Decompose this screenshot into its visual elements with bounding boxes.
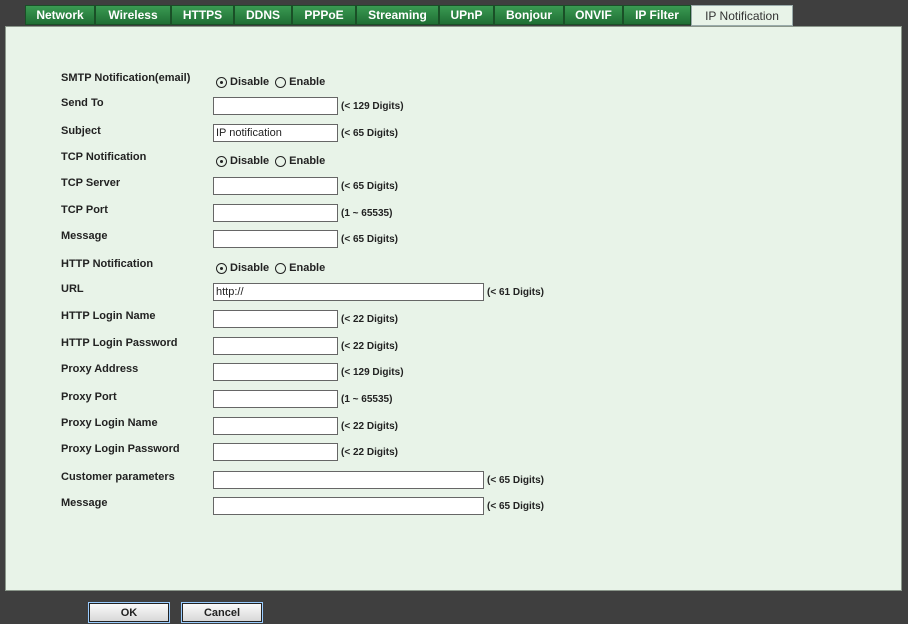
http-enable-radio[interactable] <box>275 262 287 274</box>
proxy-login-name-hint: (< 22 Digits) <box>341 421 398 432</box>
tab-onvif[interactable]: ONVIF <box>564 5 623 25</box>
smtp-notification-radio-group: Disable Enable <box>216 76 331 88</box>
tcp-message-input[interactable] <box>213 230 338 248</box>
url-input[interactable] <box>213 283 484 301</box>
smtp-notification-label: SMTP Notification(email) <box>61 72 191 84</box>
proxy-address-input[interactable] <box>213 363 338 381</box>
customer-parameters-label: Customer parameters <box>61 471 175 483</box>
url-label: URL <box>61 283 84 295</box>
http-login-password-input[interactable] <box>213 337 338 355</box>
tab-ip-notification[interactable]: IP Notification <box>691 5 793 26</box>
tab-wireless[interactable]: Wireless <box>95 5 171 25</box>
tcp-notification-radio-group: Disable Enable <box>216 155 331 167</box>
tcp-server-label: TCP Server <box>61 177 121 189</box>
http-login-name-hint: (< 22 Digits) <box>341 314 398 325</box>
tcp-disable-label[interactable]: Disable <box>230 155 269 167</box>
tcp-port-hint: (1 ~ 65535) <box>341 208 393 219</box>
subject-hint: (< 65 Digits) <box>341 128 398 139</box>
tcp-enable-radio[interactable] <box>275 155 287 167</box>
proxy-address-label: Proxy Address <box>61 363 139 375</box>
http-message-input[interactable] <box>213 497 484 515</box>
http-disable-label[interactable]: Disable <box>230 262 269 274</box>
ok-button[interactable]: OK <box>88 602 170 623</box>
tcp-disable-radio[interactable] <box>216 155 227 167</box>
tab-streaming[interactable]: Streaming <box>356 5 439 25</box>
proxy-login-password-label: Proxy Login Password <box>61 443 180 455</box>
proxy-login-password-hint: (< 22 Digits) <box>341 447 398 458</box>
tcp-message-hint: (< 65 Digits) <box>341 234 398 245</box>
send-to-input[interactable] <box>213 97 338 115</box>
tab-upnp[interactable]: UPnP <box>439 5 494 25</box>
tab-ip-filter[interactable]: IP Filter <box>623 5 691 25</box>
http-login-password-label: HTTP Login Password <box>61 337 178 349</box>
customer-parameters-hint: (< 65 Digits) <box>487 475 544 486</box>
http-notification-label: HTTP Notification <box>61 258 154 270</box>
subject-label: Subject <box>61 125 101 137</box>
smtp-enable-label[interactable]: Enable <box>289 76 325 88</box>
url-hint: (< 61 Digits) <box>487 287 544 298</box>
http-login-name-input[interactable] <box>213 310 338 328</box>
tcp-server-input[interactable] <box>213 177 338 195</box>
subject-input[interactable] <box>213 124 338 142</box>
smtp-enable-radio[interactable] <box>275 76 287 88</box>
tab-bar: Network Wireless HTTPS DDNS PPPoE Stream… <box>0 0 908 26</box>
tab-bonjour[interactable]: Bonjour <box>494 5 564 25</box>
tcp-server-hint: (< 65 Digits) <box>341 181 398 192</box>
tcp-port-label: TCP Port <box>61 204 108 216</box>
smtp-disable-radio[interactable] <box>216 76 227 88</box>
http-enable-label[interactable]: Enable <box>289 262 325 274</box>
http-notification-radio-group: Disable Enable <box>216 262 331 274</box>
tab-https[interactable]: HTTPS <box>171 5 234 25</box>
tcp-port-input[interactable] <box>213 204 338 222</box>
http-message-hint: (< 65 Digits) <box>487 501 544 512</box>
proxy-login-name-label: Proxy Login Name <box>61 417 158 429</box>
tab-network[interactable]: Network <box>25 5 95 25</box>
tab-ddns[interactable]: DDNS <box>234 5 292 25</box>
smtp-disable-label[interactable]: Disable <box>230 76 269 88</box>
tcp-enable-label[interactable]: Enable <box>289 155 325 167</box>
tcp-notification-label: TCP Notification <box>61 151 147 163</box>
http-message-label: Message <box>61 497 108 509</box>
proxy-login-password-input[interactable] <box>213 443 338 461</box>
proxy-login-name-input[interactable] <box>213 417 338 435</box>
proxy-port-input[interactable] <box>213 390 338 408</box>
send-to-label: Send To <box>61 97 104 109</box>
proxy-address-hint: (< 129 Digits) <box>341 367 404 378</box>
proxy-port-label: Proxy Port <box>61 391 117 403</box>
proxy-port-hint: (1 ~ 65535) <box>341 394 393 405</box>
tab-pppoe[interactable]: PPPoE <box>292 5 356 25</box>
customer-parameters-input[interactable] <box>213 471 484 489</box>
http-login-name-label: HTTP Login Name <box>61 310 156 322</box>
http-disable-radio[interactable] <box>216 262 227 274</box>
http-login-password-hint: (< 22 Digits) <box>341 341 398 352</box>
tcp-message-label: Message <box>61 230 108 242</box>
cancel-button[interactable]: Cancel <box>181 602 263 623</box>
send-to-hint: (< 129 Digits) <box>341 101 404 112</box>
